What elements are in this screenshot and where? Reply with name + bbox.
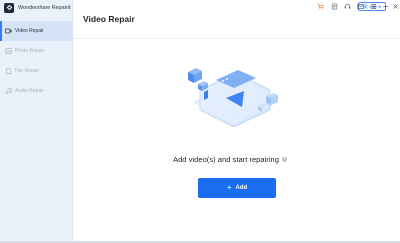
sidebar-item-video-repair[interactable]: Video Repair — [0, 21, 73, 41]
headset-icon[interactable] — [344, 3, 351, 10]
app-logo-icon — [4, 2, 14, 13]
app-brand: Wondershare Repairit — [4, 1, 70, 14]
close-icon[interactable] — [392, 3, 399, 10]
mail-icon[interactable] — [357, 3, 364, 10]
sidebar-item-file-repair[interactable]: File Repair — [0, 61, 73, 81]
cart-icon[interactable] — [317, 3, 324, 10]
add-video-prompt: Add video(s) and start repairing i — [150, 153, 310, 165]
info-icon[interactable]: i — [281, 156, 287, 162]
prompt-text: Add video(s) and start repairing — [173, 154, 279, 164]
video-icon — [5, 28, 12, 34]
photo-icon — [5, 48, 12, 54]
add-button[interactable]: + Add — [198, 178, 276, 198]
sidebar-item-label: File Repair — [15, 68, 40, 74]
header-divider — [73, 38, 400, 39]
menu-icon[interactable] — [370, 3, 377, 10]
sidebar-item-audio-repair[interactable]: Audio Repair — [0, 81, 73, 101]
feedback-icon[interactable] — [331, 3, 338, 10]
add-button-label: Add — [235, 185, 248, 191]
sidebar: Wondershare Repairit Video Repair Photo … — [0, 0, 73, 243]
sidebar-item-label: Video Repair — [15, 28, 44, 34]
sidebar-item-photo-repair[interactable]: Photo Repair — [0, 41, 73, 61]
sidebar-item-label: Photo Repair — [15, 48, 45, 54]
sidebar-item-label: Audio Repair — [15, 88, 44, 94]
page-title: Video Repair — [83, 14, 135, 24]
plus-icon: + — [226, 183, 232, 192]
app-name: Wondershare Repairit — [18, 4, 71, 11]
minimize-icon[interactable] — [382, 3, 389, 10]
video-repair-illustration — [178, 60, 288, 135]
file-icon — [5, 68, 12, 74]
audio-icon — [5, 88, 12, 94]
active-indicator — [0, 21, 2, 41]
